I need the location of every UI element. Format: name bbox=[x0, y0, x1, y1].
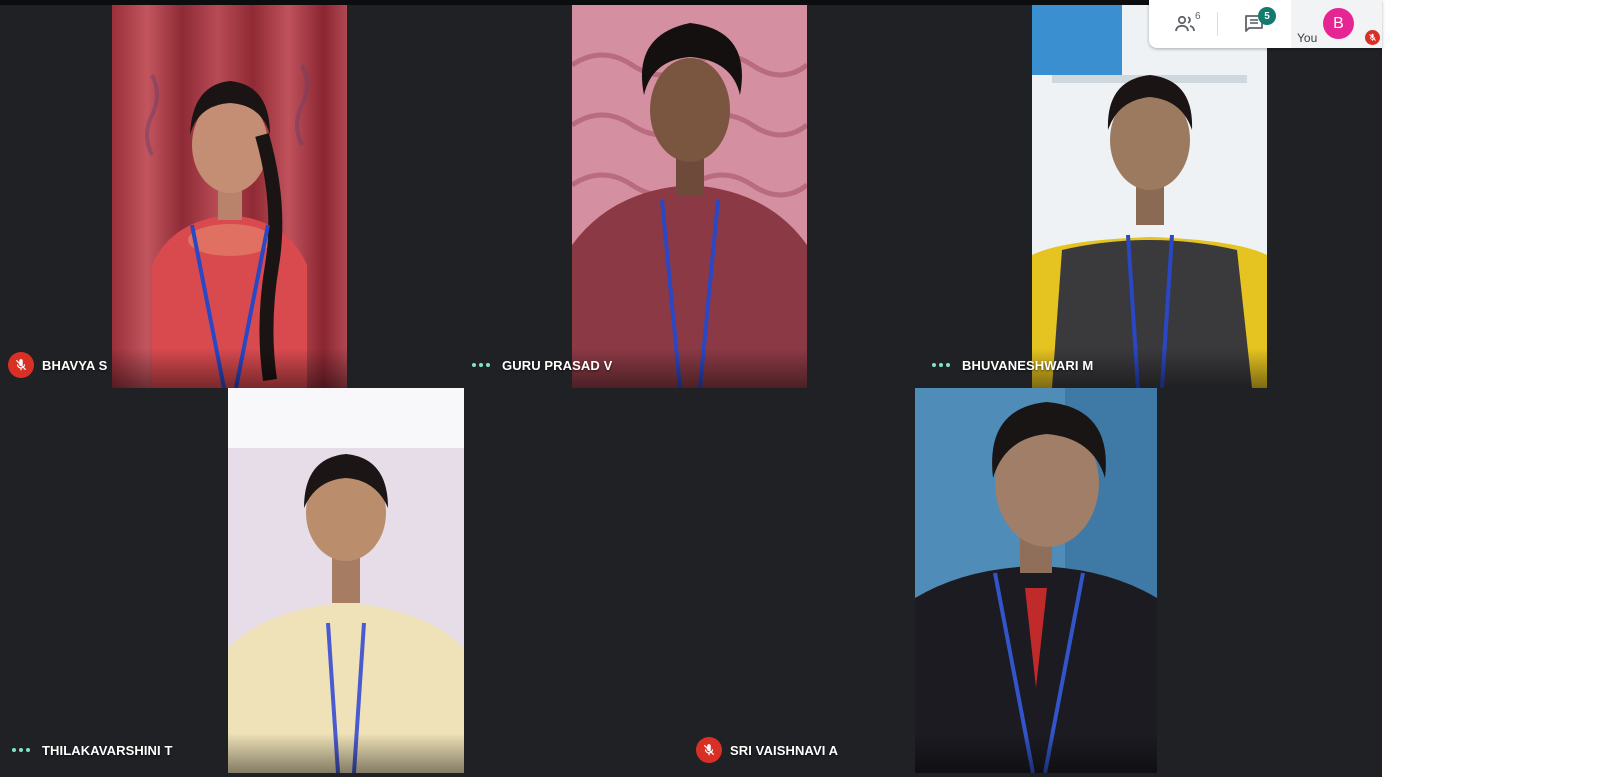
participant-nameplate: BHAVYA S bbox=[8, 352, 107, 378]
participant-video bbox=[572, 5, 807, 388]
participant-nameplate: GURU PRASAD V bbox=[468, 352, 612, 378]
controls-divider bbox=[1217, 12, 1218, 36]
participant-video bbox=[112, 5, 347, 388]
participant-nameplate: THILAKAVARSHINI T bbox=[8, 737, 173, 763]
video-feed bbox=[572, 5, 807, 388]
mic-off-icon bbox=[1365, 30, 1380, 45]
mic-off-icon bbox=[8, 352, 34, 378]
mic-off-icon bbox=[696, 737, 722, 763]
participants-button[interactable]: 6 bbox=[1168, 8, 1202, 40]
participant-tile[interactable]: BHAVYA S bbox=[0, 5, 460, 388]
participant-nameplate: SRI VAISHNAVI A bbox=[696, 737, 838, 763]
video-feed bbox=[228, 388, 464, 773]
participant-nameplate: BHUVANESHWARI M bbox=[928, 352, 1093, 378]
avatar: B bbox=[1323, 8, 1354, 39]
participant-name: BHAVYA S bbox=[42, 357, 108, 373]
participant-video bbox=[228, 388, 464, 773]
participants-count: 6 bbox=[1195, 11, 1201, 22]
chat-button[interactable]: 5 bbox=[1237, 7, 1276, 40]
participant-tile[interactable]: THILAKAVARSHINI T bbox=[0, 388, 688, 773]
people-icon bbox=[1175, 15, 1195, 32]
chat-unread-badge: 5 bbox=[1258, 7, 1276, 25]
self-view[interactable]: You B bbox=[1291, 0, 1382, 48]
participant-name: THILAKAVARSHINI T bbox=[42, 742, 173, 758]
video-feed bbox=[112, 5, 347, 388]
audio-activity-icon bbox=[8, 737, 34, 763]
participant-name: SRI VAISHNAVI A bbox=[730, 742, 839, 758]
participant-tile[interactable]: SRI VAISHNAVI A bbox=[688, 388, 1382, 773]
video-feed bbox=[915, 388, 1157, 773]
participant-video bbox=[915, 388, 1157, 773]
meeting-stage: BHAVYA S GURU PRASAD V BHUVANESHWARI M T… bbox=[0, 0, 1382, 777]
participant-tile[interactable]: BHUVANESHWARI M bbox=[920, 5, 1382, 388]
audio-activity-icon bbox=[928, 352, 954, 378]
self-label: You bbox=[1297, 31, 1318, 45]
participant-tile[interactable]: GURU PRASAD V bbox=[460, 5, 920, 388]
audio-activity-icon bbox=[468, 352, 494, 378]
participant-video bbox=[1032, 5, 1267, 388]
meeting-controls-bar: 6 5 You B bbox=[1149, 0, 1382, 48]
video-feed bbox=[1032, 5, 1267, 388]
participant-name: GURU PRASAD V bbox=[502, 357, 613, 373]
participant-name: BHUVANESHWARI M bbox=[962, 357, 1094, 373]
